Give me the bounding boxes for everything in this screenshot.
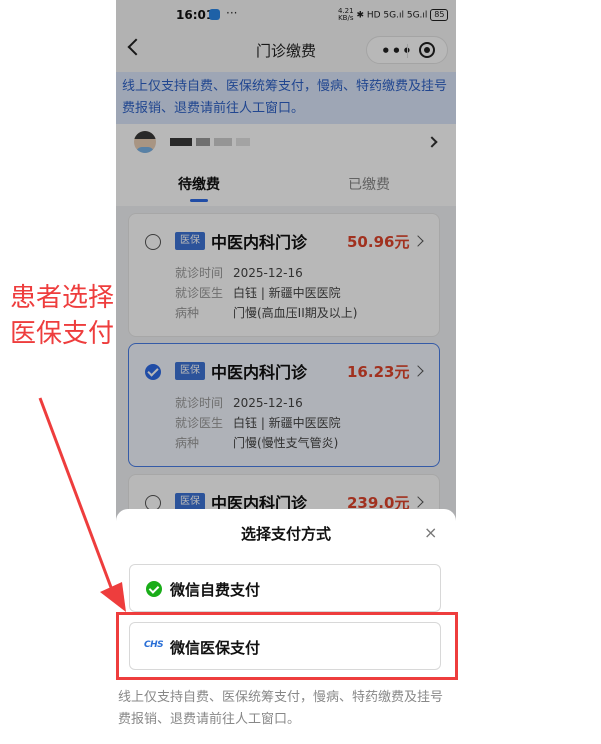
arrow-head <box>100 582 126 612</box>
arrow-shaft <box>38 397 114 591</box>
highlight-box <box>116 612 458 680</box>
